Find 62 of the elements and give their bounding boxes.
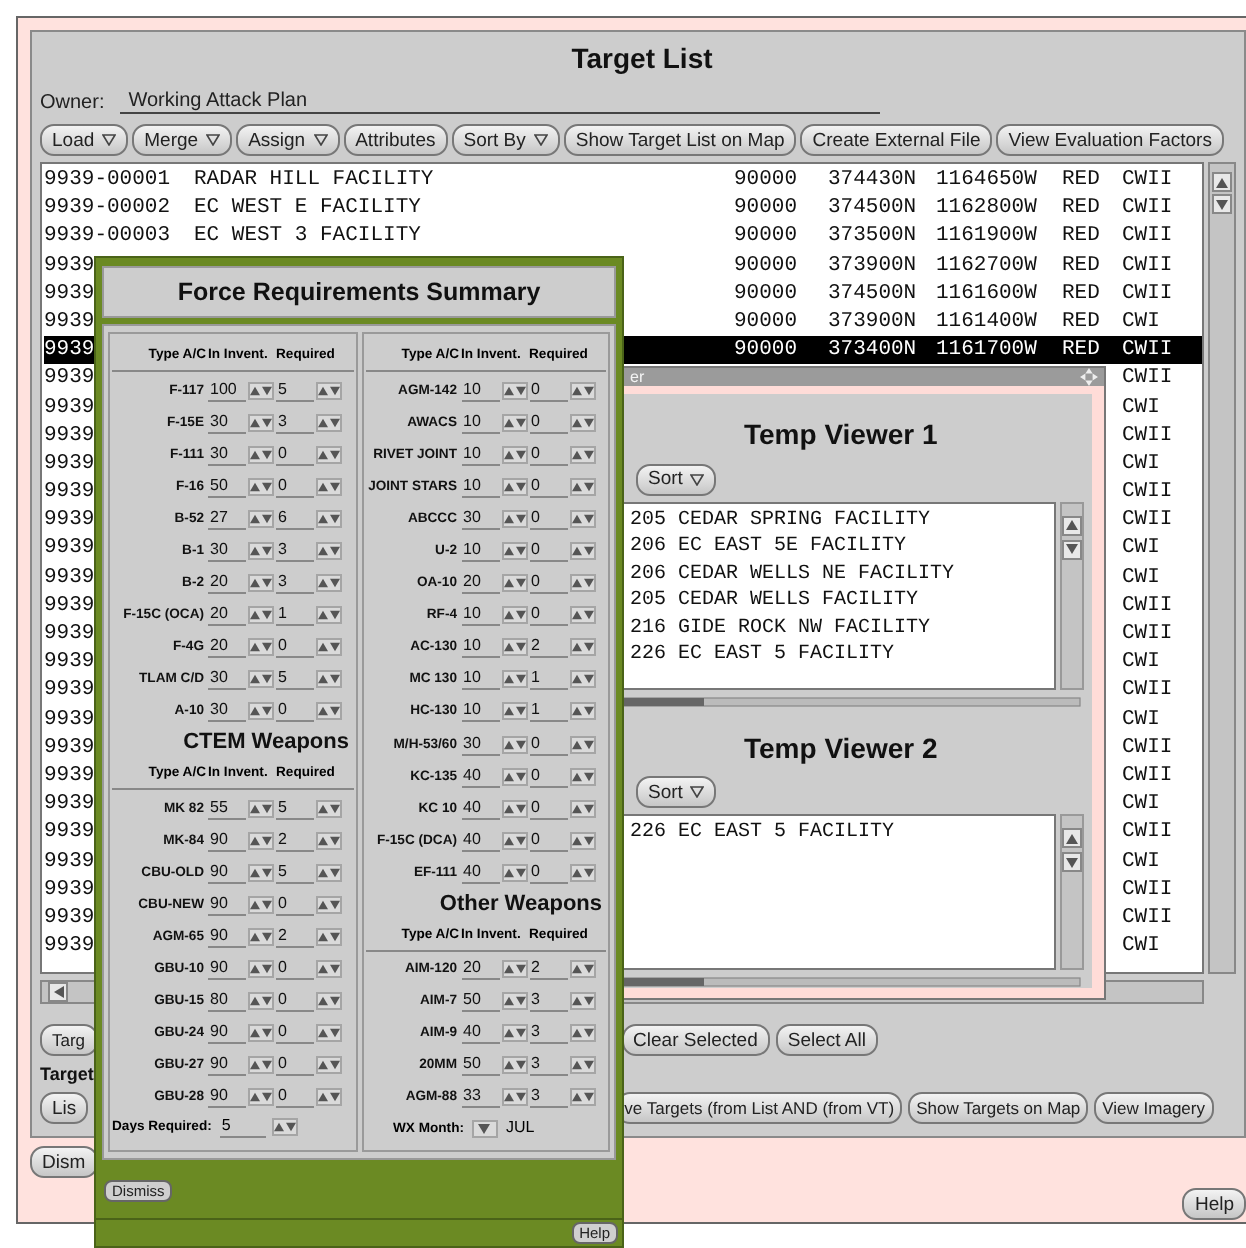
window-title: Target List bbox=[571, 40, 713, 78]
target-cell: 1161700W bbox=[936, 336, 1037, 365]
target-cell: RED bbox=[1062, 336, 1100, 365]
section-heading: Other Weapons bbox=[439, 889, 604, 919]
target-cell: 9939 bbox=[44, 875, 95, 904]
target-cell: 374500N bbox=[828, 194, 917, 223]
target-cell: 90000 bbox=[734, 251, 798, 280]
target-cell: 374500N bbox=[828, 279, 917, 308]
target-cell: 9939 bbox=[44, 393, 95, 422]
target-cell: CWII bbox=[1122, 166, 1173, 195]
section-heading: CTEM Weapons bbox=[183, 728, 351, 759]
target-cell: CWI bbox=[1122, 393, 1160, 422]
target-cell: CWII bbox=[1122, 194, 1173, 223]
month-value: JUL bbox=[503, 1118, 535, 1138]
target-cell: 9939 bbox=[44, 336, 95, 365]
target-cell: 90000 bbox=[734, 307, 798, 337]
target-cell: RED bbox=[1062, 166, 1100, 195]
target-cell: RADAR HILL FACILITY bbox=[194, 166, 434, 195]
target-cell: 90000 bbox=[734, 194, 798, 223]
owner-label: Owner: bbox=[40, 92, 105, 114]
viewer-title: Temp Viewer 1 bbox=[744, 418, 938, 450]
target-cell: RED bbox=[1062, 222, 1100, 252]
viewer-title: Temp Viewer 2 bbox=[744, 731, 938, 763]
target-cell: 1164650W bbox=[936, 166, 1037, 195]
target-cell: EC WEST 3 FACILITY bbox=[194, 222, 421, 252]
target-cell: CWII bbox=[1122, 251, 1173, 280]
window-title: Force Requirements Summary bbox=[102, 266, 616, 318]
target-cell: CWII bbox=[1122, 875, 1173, 904]
target-cell: CWII bbox=[1122, 336, 1173, 365]
target-cell: CWII bbox=[1122, 222, 1173, 252]
target-cell: CWI bbox=[1122, 307, 1160, 337]
target-cell: 1161400W bbox=[936, 307, 1037, 337]
target-cell: 1161900W bbox=[936, 222, 1037, 252]
target-cell: CWI bbox=[1122, 847, 1160, 876]
target-cell: 9939 bbox=[44, 307, 95, 337]
target-cell: 1162700W bbox=[936, 251, 1037, 280]
target-cell: RED bbox=[1062, 194, 1100, 223]
target-cell: 374430N bbox=[828, 166, 917, 195]
target-cell: 9939-00002 bbox=[44, 194, 171, 223]
window-title: er bbox=[630, 368, 645, 386]
target-cell: 90000 bbox=[734, 222, 798, 252]
target-cell: CWII bbox=[1122, 279, 1173, 308]
target-cell: 90000 bbox=[734, 166, 798, 195]
target-cell: 1162800W bbox=[936, 194, 1037, 223]
target-cell: 9939 bbox=[44, 676, 95, 706]
target-cell: EC WEST E FACILITY bbox=[194, 194, 421, 223]
target-cell: 373400N bbox=[828, 336, 917, 365]
target-cell: 373900N bbox=[828, 251, 917, 280]
target-cell: 90000 bbox=[734, 279, 798, 308]
target-cell: 373500N bbox=[828, 222, 917, 252]
target-cell: 9939 bbox=[44, 251, 95, 280]
target-cell: 1161600W bbox=[936, 279, 1037, 308]
target-cell: 9939-00003 bbox=[44, 222, 171, 252]
target-cell: 90000 bbox=[734, 336, 798, 365]
target-cell: RED bbox=[1062, 251, 1100, 280]
target-cell: RED bbox=[1062, 307, 1100, 337]
target-cell: 9939-00001 bbox=[44, 166, 171, 195]
section-label: Target bbox=[40, 1064, 94, 1084]
target-cell: CWII bbox=[1122, 676, 1173, 706]
target-cell: 373900N bbox=[828, 307, 917, 337]
target-cell: 9939 bbox=[44, 847, 95, 876]
target-cell: RED bbox=[1062, 279, 1100, 308]
